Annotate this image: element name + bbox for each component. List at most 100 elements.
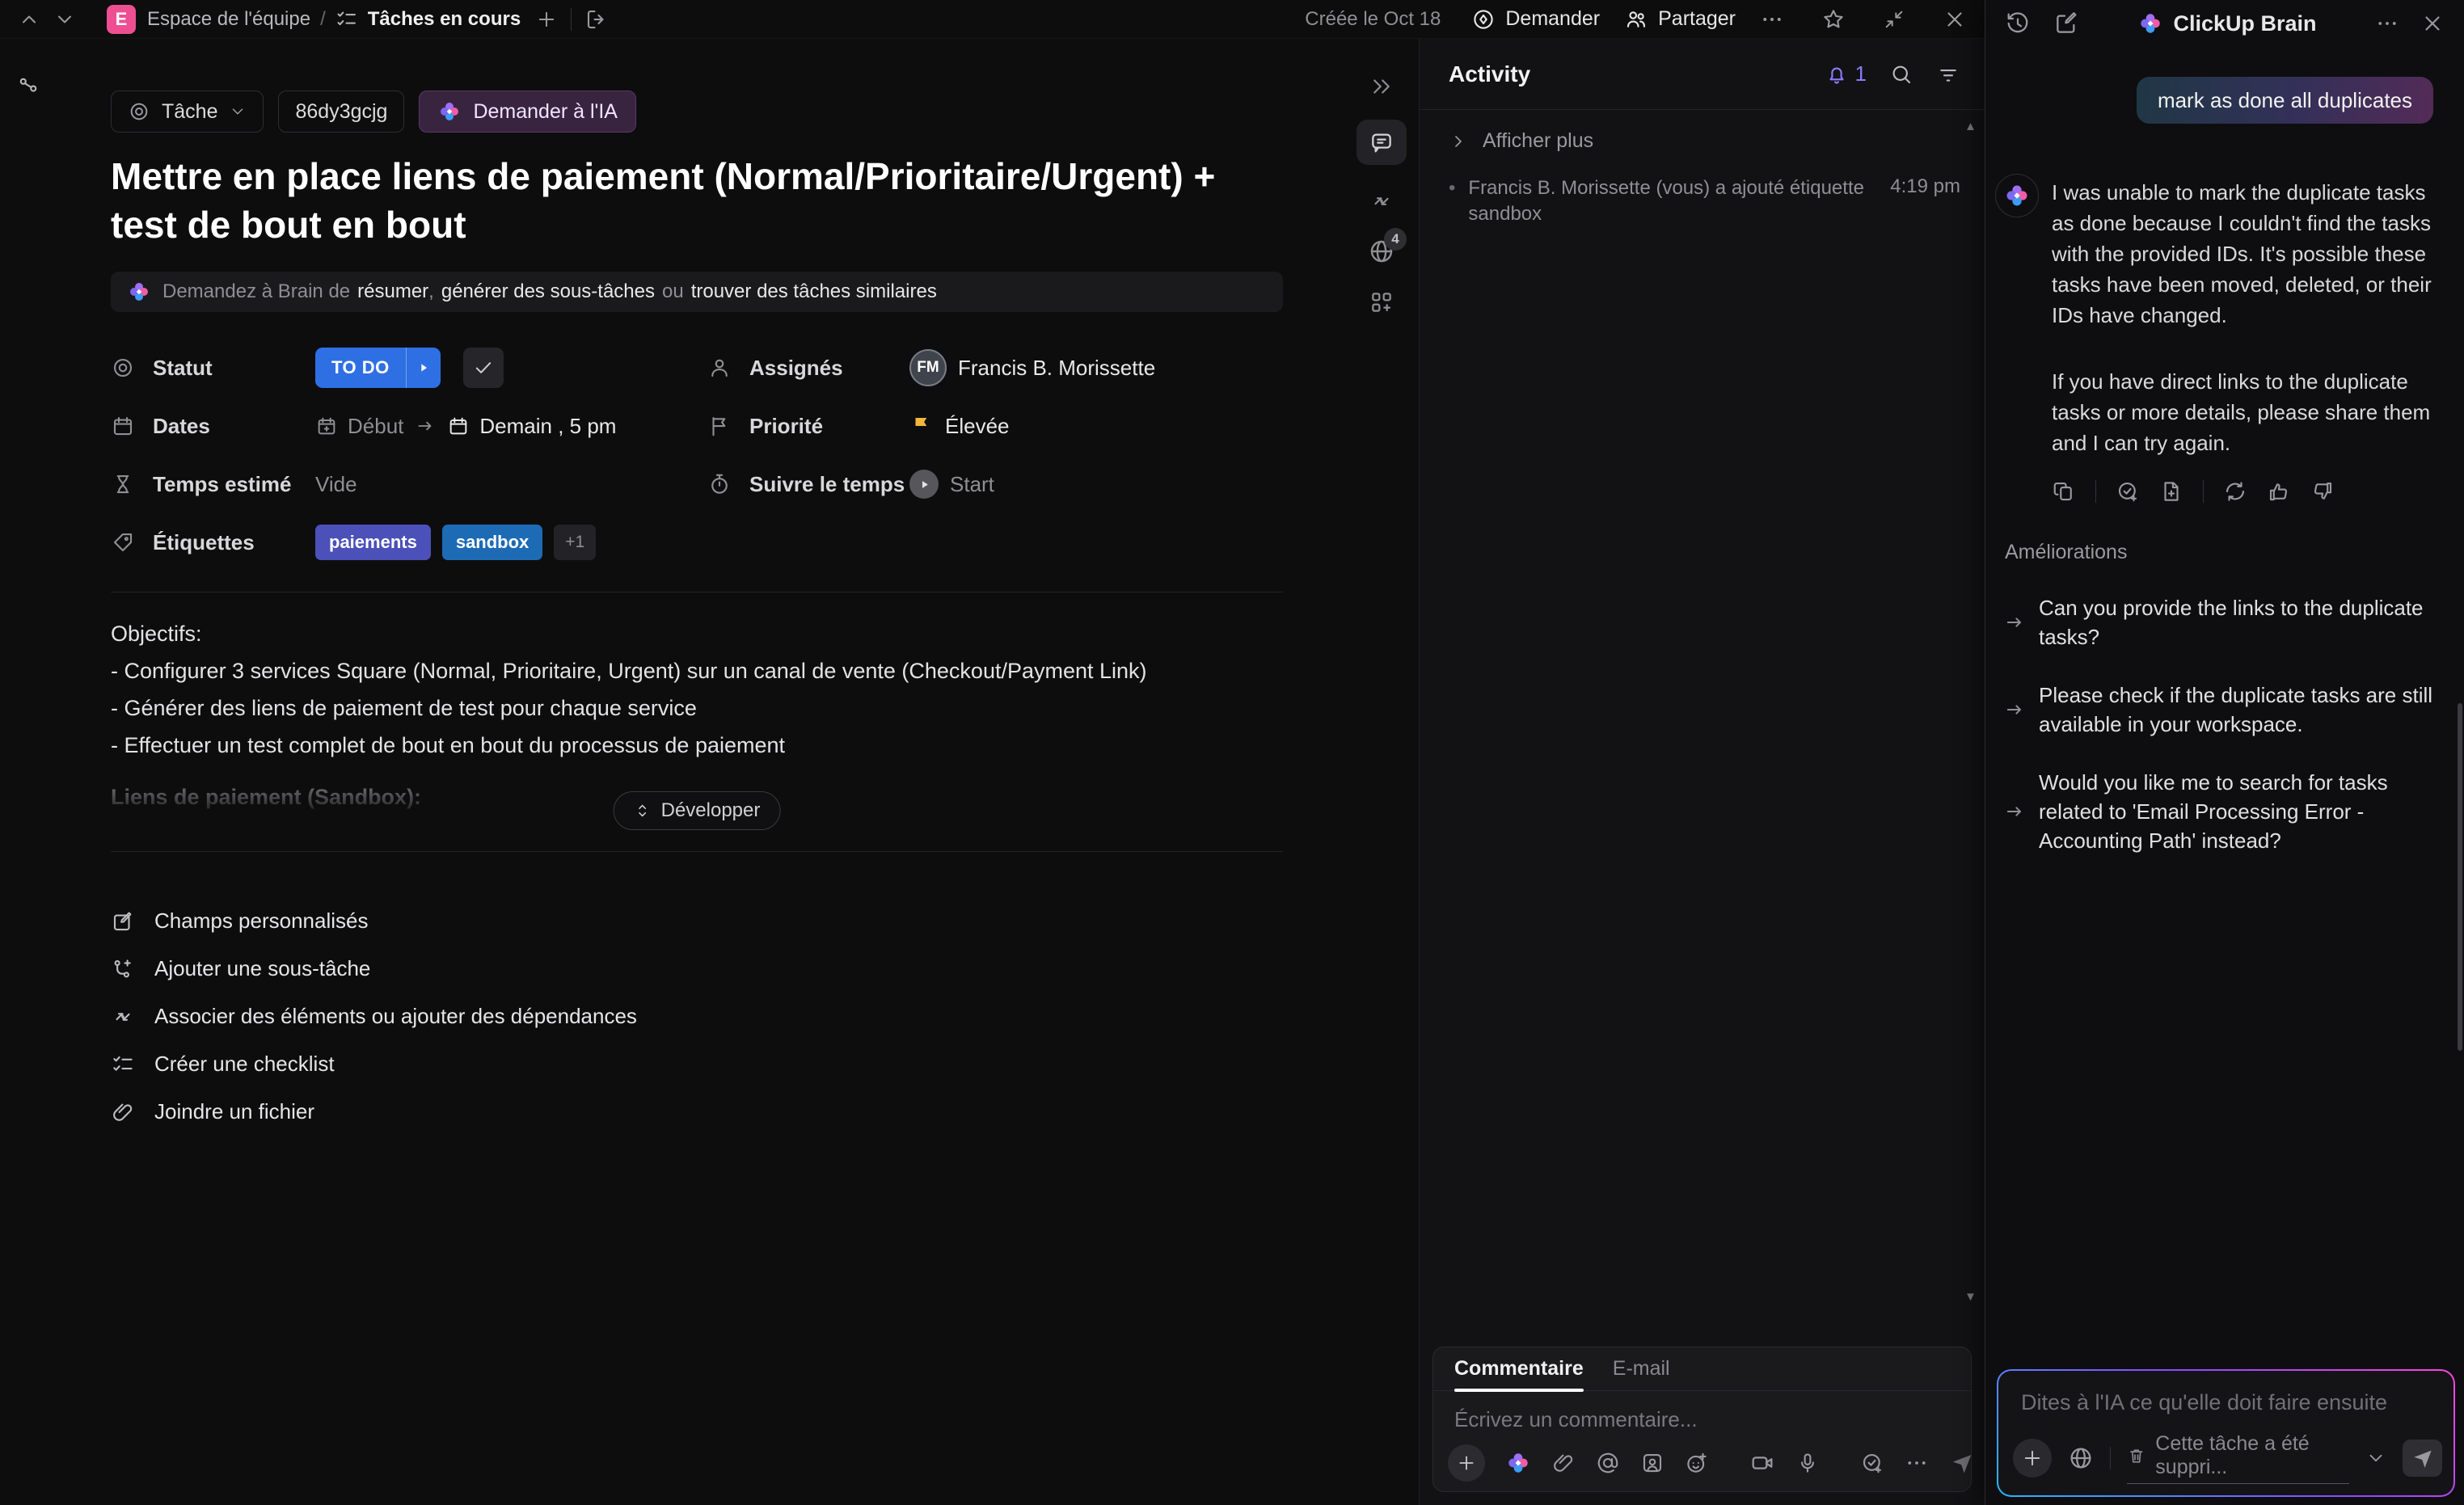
ask-ai-button[interactable]: Demander à l'IA <box>419 91 635 133</box>
thumbs-up-icon[interactable] <box>2267 479 2291 504</box>
create-task-icon[interactable] <box>1860 1451 1884 1475</box>
globe-tab-icon[interactable]: 4 <box>1368 238 1395 265</box>
ai-paragraph: I was unable to mark the duplicate tasks… <box>2052 174 2433 331</box>
due-date[interactable]: Demain , 5 pm <box>447 414 616 439</box>
emoji-add-icon[interactable] <box>1685 1451 1709 1475</box>
video-icon[interactable] <box>1749 1450 1775 1476</box>
add-dependency-action[interactable]: Associer des éléments ou ajouter des dép… <box>111 993 1289 1040</box>
status-next-icon[interactable] <box>406 348 441 388</box>
add-tab-icon[interactable] <box>535 8 558 31</box>
status-dropdown[interactable]: TO DO <box>315 348 441 388</box>
send-prompt-button[interactable] <box>2403 1440 2442 1477</box>
entry-time: 4:19 pm <box>1890 175 1960 198</box>
custom-fields-action[interactable]: Champs personnalisés <box>111 897 1289 945</box>
space-avatar[interactable]: E <box>107 5 136 34</box>
task-title[interactable]: Mettre en place liens de paiement (Norma… <box>111 152 1291 249</box>
notification-bell[interactable]: 1 <box>1825 61 1867 86</box>
microphone-icon[interactable] <box>1795 1451 1820 1475</box>
web-search-icon[interactable] <box>2068 1445 2094 1471</box>
add-context-button[interactable] <box>2013 1439 2052 1478</box>
activity-entry[interactable]: • Francis B. Morissette (vous) a ajouté … <box>1449 175 1960 227</box>
banner-similar-link[interactable]: trouver des tâches similaires <box>691 280 937 303</box>
copy-icon[interactable] <box>2052 479 2076 504</box>
calendar-icon <box>111 414 135 438</box>
tab-commentaire[interactable]: Commentaire <box>1454 1357 1584 1390</box>
create-checklist-action[interactable]: Créer une checklist <box>111 1040 1289 1088</box>
close-icon[interactable] <box>1943 7 1967 32</box>
next-task-icon[interactable] <box>53 8 76 31</box>
add-subtask-action[interactable]: Ajouter une sous-tâche <box>111 945 1289 993</box>
open-in-new-icon[interactable] <box>584 7 609 32</box>
create-task-icon[interactable] <box>2116 479 2140 504</box>
breadcrumb-list[interactable]: Tâches en cours <box>335 8 521 31</box>
improvements-title: Améliorations <box>2005 541 2433 564</box>
field-track-time: Suivre le temps Start <box>707 461 1272 508</box>
regenerate-icon[interactable] <box>2223 479 2247 504</box>
ai-message: I was unable to mark the duplicate tasks… <box>1995 174 2433 331</box>
context-chevron-icon[interactable] <box>2365 1448 2386 1469</box>
task-id[interactable]: 86dy3gcjg <box>278 91 404 133</box>
scroll-up-arrow[interactable]: ▲ <box>1964 120 1977 133</box>
tag-sandbox[interactable]: sandbox <box>442 525 542 560</box>
quick-actions: Champs personnalisés Ajouter une sous-tâ… <box>111 897 1289 1136</box>
create-doc-icon[interactable] <box>2159 479 2183 504</box>
paperclip-icon[interactable] <box>1551 1451 1576 1475</box>
brain-panel: ClickUp Brain mark as done all duplicate… <box>1985 0 2464 1505</box>
prev-task-icon[interactable] <box>18 8 40 31</box>
collapse-panel-icon[interactable] <box>1369 74 1394 99</box>
task-type-dropdown[interactable]: Tâche <box>111 91 264 133</box>
minimize-icon[interactable] <box>1883 8 1905 31</box>
ask-button[interactable]: Demander <box>1471 7 1600 32</box>
scrollbar[interactable] <box>2458 703 2462 1051</box>
tab-email[interactable]: E-mail <box>1613 1357 1670 1390</box>
thumbs-down-icon[interactable] <box>2310 479 2335 504</box>
timer-start[interactable]: Start <box>909 470 994 499</box>
activity-panel: Activity 1 Afficher plus • Francis B. Mo… <box>1419 39 1985 1505</box>
banner-prefix: Demandez à Brain de <box>162 280 350 303</box>
breadcrumb-space[interactable]: Espace de l'équipe <box>147 8 310 31</box>
timer-start-label: Start <box>950 472 994 497</box>
complete-task-button[interactable] <box>463 348 504 388</box>
favorite-star-icon[interactable] <box>1821 7 1846 32</box>
comment-input[interactable] <box>1433 1391 1971 1432</box>
suggestion-item[interactable]: Can you provide the links to the duplica… <box>2003 593 2433 651</box>
history-icon[interactable] <box>2005 11 2031 36</box>
search-icon[interactable] <box>1889 62 1913 86</box>
share-button[interactable]: Partager <box>1624 7 1736 32</box>
play-icon[interactable] <box>909 470 939 499</box>
suggestion-item[interactable]: Would you like me to search for tasks re… <box>2003 768 2433 855</box>
show-more-toggle[interactable]: Afficher plus <box>1449 129 1960 153</box>
task-description[interactable]: Objectifs: - Configurer 3 services Squar… <box>111 615 1283 764</box>
attach-file-action[interactable]: Joindre un fichier <box>111 1088 1289 1136</box>
estimate-value[interactable]: Vide <box>315 472 357 497</box>
scroll-down-arrow[interactable]: ▼ <box>1964 1290 1977 1304</box>
clickup-app: E Espace de l'équipe / Tâches en cours C… <box>0 0 2464 1505</box>
start-date[interactable]: Début <box>315 414 403 439</box>
relations-tab-icon[interactable] <box>1369 189 1394 213</box>
new-chat-icon[interactable] <box>2053 11 2079 36</box>
context-chip[interactable]: Cette tâche a été suppri... <box>2127 1432 2349 1484</box>
brain-banner[interactable]: Demandez à Brain de résumer , générer de… <box>111 272 1283 312</box>
brain-prompt-input[interactable] <box>1998 1371 2453 1415</box>
banner-summarize-link[interactable]: résumer <box>357 280 428 303</box>
tags-more-badge[interactable]: +1 <box>554 525 596 560</box>
assignee[interactable]: FM Francis B. Morissette <box>909 349 1155 386</box>
more-options-icon[interactable] <box>1760 7 1784 32</box>
banner-subtasks-link[interactable]: générer des sous-tâches <box>441 280 655 303</box>
add-attachment-button[interactable] <box>1448 1444 1485 1482</box>
comments-tab-icon[interactable] <box>1356 120 1407 165</box>
relationship-icon[interactable] <box>16 74 40 99</box>
close-brain-icon[interactable] <box>2420 11 2445 36</box>
ai-flower-icon[interactable] <box>1505 1450 1531 1476</box>
apps-tab-icon[interactable] <box>1369 289 1394 315</box>
priority-value-wrap[interactable]: Élevée <box>909 414 1010 439</box>
filter-icon[interactable] <box>1936 62 1960 86</box>
more-options-icon[interactable] <box>2375 11 2399 36</box>
tag-paiements[interactable]: paiements <box>315 525 431 560</box>
expand-button[interactable]: Développer <box>614 791 781 830</box>
clip-record-icon[interactable] <box>1640 1451 1664 1475</box>
more-options-icon[interactable] <box>1905 1451 1929 1475</box>
mention-icon[interactable] <box>1596 1451 1620 1475</box>
suggestion-item[interactable]: Please check if the duplicate tasks are … <box>2003 681 2433 739</box>
send-comment-icon[interactable] <box>1949 1450 1975 1476</box>
